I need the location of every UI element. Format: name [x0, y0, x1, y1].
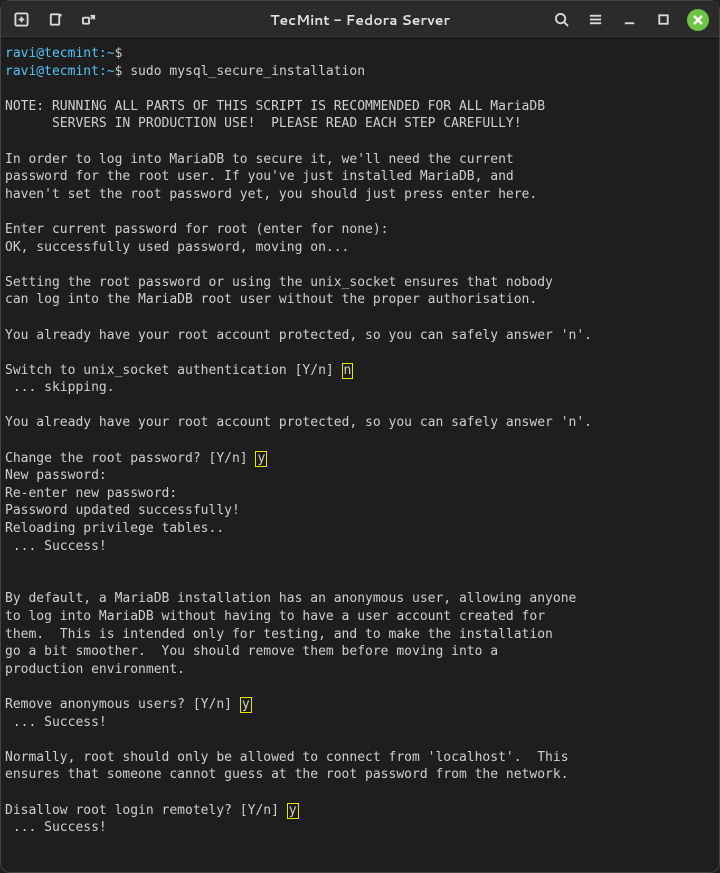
terminal-output[interactable]: ravi@tecmint:~$ ravi@tecmint:~$ sudo mys… [1, 39, 719, 872]
output-line: Re-enter new password: [5, 486, 177, 501]
new-tab-button[interactable] [5, 4, 37, 36]
prompt-cwd: ~ [107, 46, 115, 61]
output-line: production environment. [5, 662, 185, 677]
output-line: haven't set the root password yet, you s… [5, 187, 537, 202]
output-line: ... Success! [5, 715, 107, 730]
output-line: Setting the root password or using the u… [5, 275, 553, 290]
output-line: Normally, root should only be allowed to… [5, 750, 569, 765]
output-line: to log into MariaDB without having to ha… [5, 609, 545, 624]
prompt-user-host: ravi@tecmint [5, 46, 99, 61]
prompt-disallow-remote: Disallow root login remotely? [Y/n] [5, 803, 287, 818]
output-line: SERVERS IN PRODUCTION USE! PLEASE READ E… [5, 116, 522, 131]
output-line: In order to log into MariaDB to secure i… [5, 152, 514, 167]
output-line: By default, a MariaDB installation has a… [5, 591, 576, 606]
output-line: You already have your root account prote… [5, 415, 592, 430]
answer-disallow-remote: y [287, 803, 299, 819]
prompt-change-root: Change the root password? [Y/n] [5, 451, 255, 466]
maximize-button[interactable] [647, 4, 679, 36]
output-line: ... Success! [5, 820, 107, 835]
close-button[interactable] [687, 9, 709, 31]
output-line: go a bit smoother. You should remove the… [5, 644, 498, 659]
answer-change-root: y [255, 451, 267, 467]
new-window-button[interactable] [39, 4, 71, 36]
output-line: ... Success! [5, 539, 107, 554]
output-line: them. This is intended only for testing,… [5, 627, 553, 642]
split-terminal-button[interactable] [73, 4, 105, 36]
output-line: Enter current password for root (enter f… [5, 222, 389, 237]
output-line: NOTE: RUNNING ALL PARTS OF THIS SCRIPT I… [5, 99, 545, 114]
output-line: can log into the MariaDB root user witho… [5, 292, 537, 307]
output-line: OK, successfully used password, moving o… [5, 240, 349, 255]
output-line: ... skipping. [5, 380, 115, 395]
output-line: ensures that someone cannot guess at the… [5, 767, 569, 782]
answer-remove-anon: y [240, 697, 252, 713]
command-text: sudo mysql_secure_installation [130, 64, 365, 79]
window-title: TecMint - Fedora Server [270, 10, 450, 30]
output-line: New password: [5, 468, 107, 483]
search-button[interactable] [545, 4, 577, 36]
menu-button[interactable] [579, 4, 611, 36]
output-line: Password updated successfully! [5, 503, 240, 518]
answer-unix-socket: n [342, 363, 354, 379]
titlebar: TecMint - Fedora Server [1, 1, 719, 39]
minimize-button[interactable] [613, 4, 645, 36]
prompt-remove-anon: Remove anonymous users? [Y/n] [5, 697, 240, 712]
output-line: Reloading privilege tables.. [5, 521, 224, 536]
output-line: password for the root user. If you've ju… [5, 169, 514, 184]
output-line: You already have your root account prote… [5, 328, 592, 343]
prompt-unix-socket: Switch to unix_socket authentication [Y/… [5, 363, 342, 378]
